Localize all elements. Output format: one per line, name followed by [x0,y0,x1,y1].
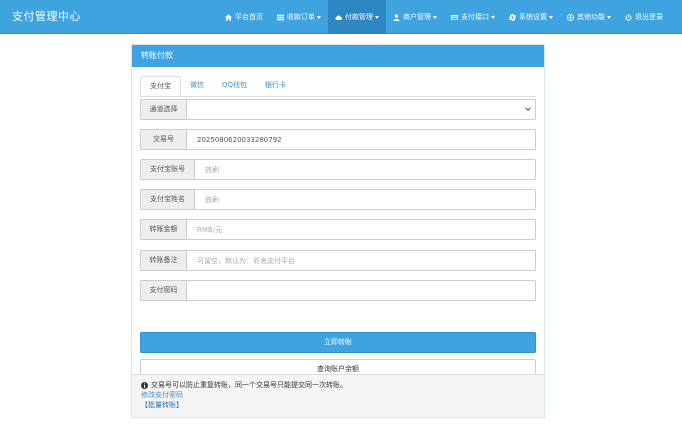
trade-no-input[interactable] [186,129,536,150]
remark-label: 转账备注 [140,250,186,271]
chevron-down-icon [525,107,531,111]
nav-item-interfaces[interactable]: 支付接口 [444,0,502,34]
list-icon [277,14,284,20]
brand-title[interactable]: 支付管理中心 [12,0,81,34]
caret-down-icon [317,15,321,19]
top-navbar: 支付管理中心 平台首页 收款订单 付款管理 商户管理 支付接口 系统设置 其他功… [0,0,682,34]
channel-select-wrap [186,99,536,120]
info-note: 交易号可以防止重复转账，同一个交易号只能提交同一次转账。 [141,380,535,390]
password-label: 支付密码 [140,280,186,301]
account-label: 支付宝账号 [140,159,194,180]
caret-down-icon [607,15,611,19]
submit-transfer-button[interactable]: 立即转账 [140,332,536,353]
panel-footer: 交易号可以防止重复转账，同一个交易号只能提交同一次转账。 修改支付密码 【批量转… [132,374,544,417]
nav-item-label: 付款管理 [345,13,373,21]
nav-item-label: 商户管理 [403,13,431,21]
gear-icon [509,13,516,21]
channel-label: 通道选择 [140,99,186,120]
batch-transfer-link[interactable]: 【批量转账】 [141,400,535,410]
transfer-panel: 转账付款 支付宝 微信 QQ钱包 银行卡 通道选择 交易号 支付宝账号 支付宝姓… [131,44,545,418]
home-icon [225,13,232,21]
nav-item-label: 支付接口 [461,13,489,21]
channel-select[interactable] [186,99,536,120]
nav-item-label: 系统设置 [519,13,547,21]
password-input[interactable] [186,280,536,301]
remark-input[interactable] [186,250,536,271]
card-icon [451,14,458,20]
nav-item-home[interactable]: 平台首页 [218,0,270,34]
trade-no-row: 交易号 [140,129,536,150]
nav-item-logout[interactable]: 退出登录 [618,0,670,34]
user-icon [393,13,400,21]
power-icon [625,13,632,21]
nav-item-orders[interactable]: 收款订单 [270,0,328,34]
tab-wechat[interactable]: 微信 [181,76,213,95]
tab-bank-card[interactable]: 银行卡 [256,76,295,95]
tab-alipay[interactable]: 支付宝 [140,76,181,96]
account-input[interactable] [194,159,536,180]
tab-qq-wallet[interactable]: QQ钱包 [213,76,256,95]
info-icon [141,381,148,389]
info-note-text: 交易号可以防止重复转账，同一个交易号只能提交同一次转账。 [151,381,347,389]
payment-tabs: 支付宝 微信 QQ钱包 银行卡 [140,76,536,97]
panel-body: 支付宝 微信 QQ钱包 银行卡 通道选择 交易号 支付宝账号 支付宝姓名 转账金… [132,67,544,380]
name-row: 支付宝姓名 [140,189,536,210]
change-password-link[interactable]: 修改支付密码 [141,390,535,400]
nav-item-merchants[interactable]: 商户管理 [386,0,444,34]
nav-item-label: 退出登录 [635,13,663,21]
nav-item-other[interactable]: 其他功能 [560,0,618,34]
password-row: 支付密码 [140,280,536,301]
nav-item-label: 其他功能 [577,13,605,21]
amount-label: 转账金额 [140,219,186,240]
account-row: 支付宝账号 [140,159,536,180]
caret-down-icon [549,15,553,19]
caret-down-icon [375,15,379,19]
remark-row: 转账备注 [140,250,536,271]
name-input[interactable] [194,189,536,210]
amount-row: 转账金额 [140,219,536,240]
channel-row: 通道选择 [140,99,536,120]
nav-item-settings[interactable]: 系统设置 [502,0,560,34]
nav-item-payment[interactable]: 付款管理 [328,0,386,34]
caret-down-icon [491,15,495,19]
amount-input[interactable] [186,219,536,240]
trade-no-label: 交易号 [140,129,186,150]
nav-item-label: 平台首页 [235,13,263,21]
name-label: 支付宝姓名 [140,189,194,210]
cloud-icon [335,15,342,20]
nav-item-label: 收款订单 [287,13,315,21]
caret-down-icon [433,15,437,19]
panel-title: 转账付款 [132,45,544,67]
main-nav: 平台首页 收款订单 付款管理 商户管理 支付接口 系统设置 其他功能 退出登录 [218,0,670,34]
globe-icon [567,13,574,21]
